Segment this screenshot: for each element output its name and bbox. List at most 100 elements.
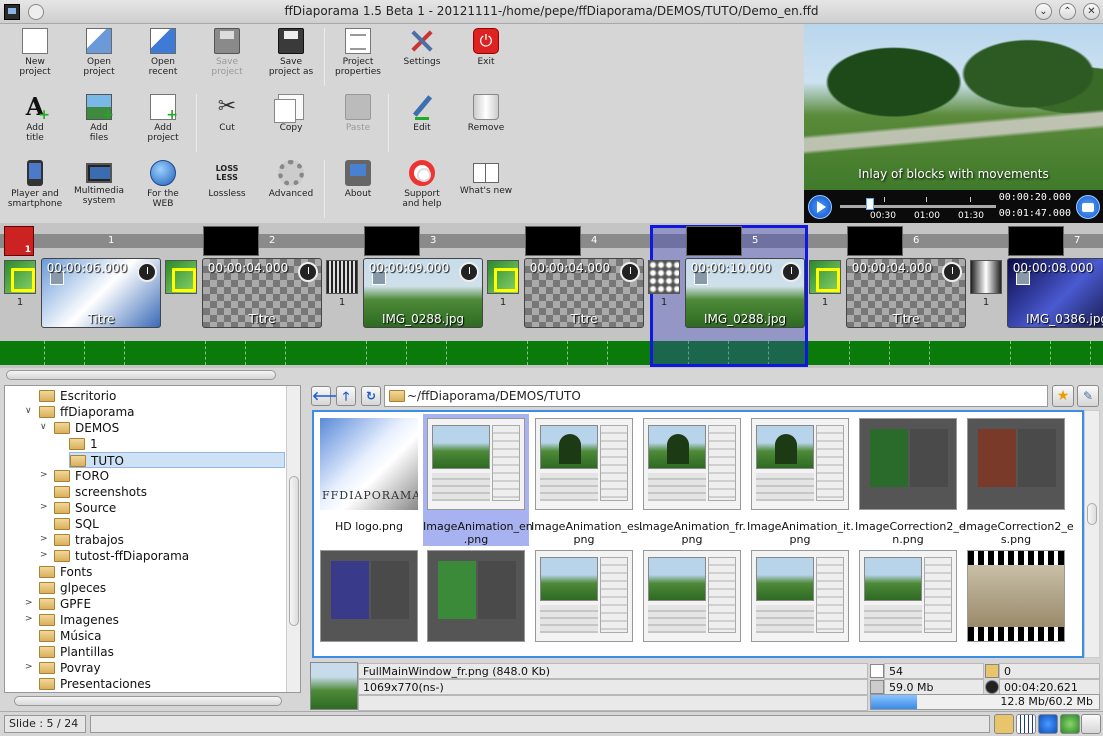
tree-item[interactable]: trabajos [54,532,124,548]
expand-chevron-icon[interactable]: > [25,598,33,608]
collapse-chevron-icon[interactable]: ∨ [25,406,32,416]
open-recent-button[interactable]: Open recent [132,28,194,77]
new-project-button[interactable]: New project [4,28,66,77]
slide-thumbnail[interactable]: 00:00:08.000 IMG_0386.jpg [1007,258,1103,328]
tree-item[interactable]: DEMOS [54,420,119,436]
file-item[interactable]: ImageAnimation_it. png [747,414,854,546]
paste-button[interactable]: Paste [327,94,389,133]
save-project-button[interactable]: Save project [196,28,258,77]
tree-item[interactable]: Imagenes [39,612,119,628]
slide-thumbnail[interactable]: 00:00:10.000 IMG_0288.jpg [685,258,805,328]
slide-thumbnail[interactable]: 00:00:04.000 Titre [202,258,322,328]
tree-hscroll-thumb[interactable] [14,696,282,706]
file-item[interactable]: ImageAnimation_fr. png [639,414,746,546]
copy-button[interactable]: Copy [260,94,322,133]
browser-tools-icon[interactable]: ✎ [1077,385,1099,407]
lossless-button[interactable]: LOSS LESS Lossless [196,160,258,199]
tree-item[interactable]: screenshots [54,484,147,500]
advanced-button[interactable]: Advanced [260,160,322,199]
exit-button[interactable]: Exit [455,28,517,67]
folder-tree[interactable]: Escritorio ∨ ffDiaporama ∨ DEMOS 1 TUTO > FORO sc… [4,385,301,693]
up-folder-button[interactable]: 🡑 [336,386,356,406]
tree-item[interactable]: Presentaciones [39,676,151,692]
slide-timeline[interactable]: 1 1 1 00:00:06.000 Titre 2 00:00:04.000 Titre 3… [0,223,1103,368]
transition-icon[interactable] [809,260,841,294]
remove-button[interactable]: Remove [455,94,517,133]
slide-thumbnail[interactable]: 00:00:09.000 IMG_0288.jpg [363,258,483,328]
file-item[interactable]: ImageAnimation_es. png [531,414,643,546]
snapshot-camera-icon[interactable] [1076,195,1100,219]
what-s-new-button[interactable]: What's new [455,160,517,196]
save-project-as-button[interactable]: Save project as [260,28,322,77]
zoom-in-icon[interactable] [1060,714,1080,734]
tree-item[interactable]: 1 [69,436,98,452]
tree-item[interactable]: Source [54,500,116,516]
tree-item[interactable]: ffDiaporama [39,404,134,420]
seek-handle[interactable] [865,198,874,210]
file-item[interactable] [316,546,422,656]
minimize-button[interactable]: ⌄ [1035,3,1052,20]
about-button[interactable]: About [327,160,389,199]
expand-chevron-icon[interactable]: > [25,614,33,624]
transition-icon[interactable] [648,260,680,294]
open-folder-icon[interactable] [994,714,1014,734]
add-files-button[interactable]: Addfiles [68,94,130,143]
file-item[interactable] [747,546,853,656]
refresh-button[interactable]: ↻ [361,386,381,406]
file-item[interactable]: ImageAnimation_en .png [423,414,533,546]
slide-thumbnail[interactable]: 00:00:06.000 Titre [41,258,161,328]
tree-item[interactable]: Música [39,628,102,644]
play-button[interactable] [808,195,832,219]
tree-vertical-scrollbar[interactable] [286,386,300,692]
file-item[interactable] [855,546,961,656]
tree-item[interactable]: Povray [39,660,101,676]
transition-icon[interactable] [970,260,1002,294]
expand-chevron-icon[interactable]: > [40,550,48,560]
project-corner-icon[interactable]: 1 [4,226,34,256]
files-scroll-thumb[interactable] [1087,503,1097,525]
tree-item[interactable]: FORO [54,468,109,484]
support-and-help-button[interactable]: Support and help [391,160,453,209]
music-track[interactable] [0,341,1103,365]
collapse-chevron-icon[interactable]: ∨ [40,422,47,432]
close-button[interactable]: ✕ [1083,3,1100,20]
transition-icon[interactable] [165,260,197,294]
add-title-button[interactable]: AAddtitle [4,94,66,144]
for-the-web-button[interactable]: For the WEB [132,160,194,209]
transition-icon[interactable] [326,260,358,294]
add-project-button[interactable]: Addproject [132,94,194,143]
settings-button[interactable]: Settings [391,28,453,67]
tree-item[interactable]: TUTO [69,452,285,468]
tree-item[interactable]: SQL [54,516,99,532]
timeline-scrollbar[interactable] [0,368,1103,382]
slide-thumbnail[interactable]: 00:00:04.000 Titre [846,258,966,328]
file-item[interactable] [531,546,637,656]
slide-thumbnail[interactable]: 00:00:04.000 Titre [524,258,644,328]
expand-chevron-icon[interactable]: > [25,662,33,672]
file-item[interactable]: ImageCorrection2_e s.png [963,414,1074,546]
tree-item[interactable]: GPFE [39,596,91,612]
edit-button[interactable]: Edit [391,94,453,133]
path-field[interactable]: ~/ffDiaporama/DEMOS/TUTO [384,385,1048,407]
transition-icon[interactable] [4,260,36,294]
tree-item[interactable]: Fonts [39,564,92,580]
files-vertical-scrollbar[interactable] [1084,410,1100,658]
preview-seek-slider[interactable] [840,205,996,208]
player-and-smartphone-button[interactable]: Player and smartphone [4,160,66,209]
expand-chevron-icon[interactable]: > [40,470,48,480]
file-item[interactable]: FFDIAPORAMA HD logo.png [316,414,422,546]
tree-scroll-thumb[interactable] [289,476,299,626]
expand-chevron-icon[interactable]: > [40,502,48,512]
back-button[interactable]: 🡐 [311,386,344,406]
file-browser[interactable]: FFDIAPORAMA HD logo.png ImageAnimation_en.… [312,410,1084,658]
tree-item[interactable]: Escritorio [39,388,116,404]
tree-item[interactable]: glpeces [39,580,106,596]
open-project-button[interactable]: Open project [68,28,130,77]
file-item[interactable] [423,546,529,656]
project-properties-button[interactable]: Project properties [327,28,389,77]
transition-icon[interactable] [487,260,519,294]
favorites-star-icon[interactable]: ★ [1052,385,1074,407]
expand-chevron-icon[interactable]: > [40,534,48,544]
tree-item[interactable]: tutost-ffDiaporama [54,548,189,564]
file-item[interactable]: ImageCorrection2_e n.png [855,414,966,546]
